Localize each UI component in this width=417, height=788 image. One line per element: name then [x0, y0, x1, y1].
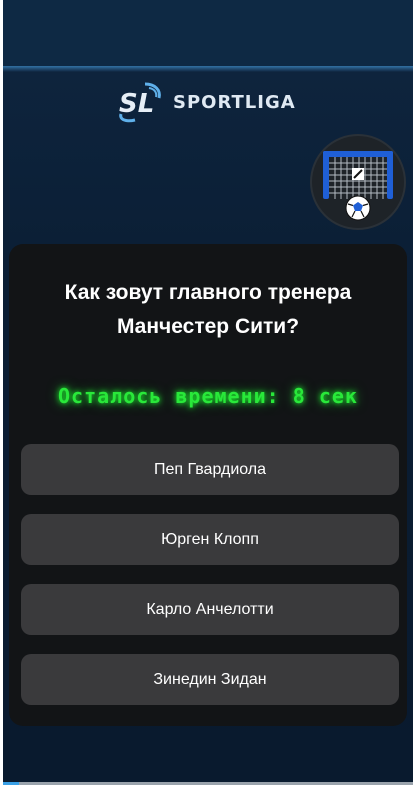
answer-list: Пеп Гвардиола Юрген Клопп Карло Анчелотт… [21, 444, 399, 724]
app-screen: SL SPORTLIGA Как зовут главного тренера … [3, 0, 413, 782]
answer-option-1[interactable]: Пеп Гвардиола [21, 444, 399, 495]
question-text: Как зовут главного тренера Манчестер Сит… [64, 281, 352, 338]
countdown-timer: Осталось времени: 8 сек [58, 384, 358, 408]
brand-name: SPORTLIGA [173, 91, 296, 113]
sportliga-logo: SL SPORTLIGA [115, 80, 296, 124]
answer-option-3[interactable]: Карло Анчелотти [21, 584, 399, 635]
soccer-goal-icon [323, 151, 393, 221]
header-glow-divider [3, 66, 413, 72]
quiz-card: Как зовут главного тренера Манчестер Сит… [9, 244, 407, 726]
answer-option-2[interactable]: Юрген Клопп [21, 514, 399, 565]
top-bar [3, 0, 413, 68]
logo-mark-text: SL [119, 89, 154, 119]
sportliga-logo-icon: SL [119, 82, 161, 123]
answer-option-4[interactable]: Зинедин Зидан [21, 654, 399, 705]
bottom-scrollbar-track [3, 782, 413, 785]
bottom-scrollbar-thumb [3, 782, 19, 785]
goal-button[interactable] [310, 134, 406, 230]
